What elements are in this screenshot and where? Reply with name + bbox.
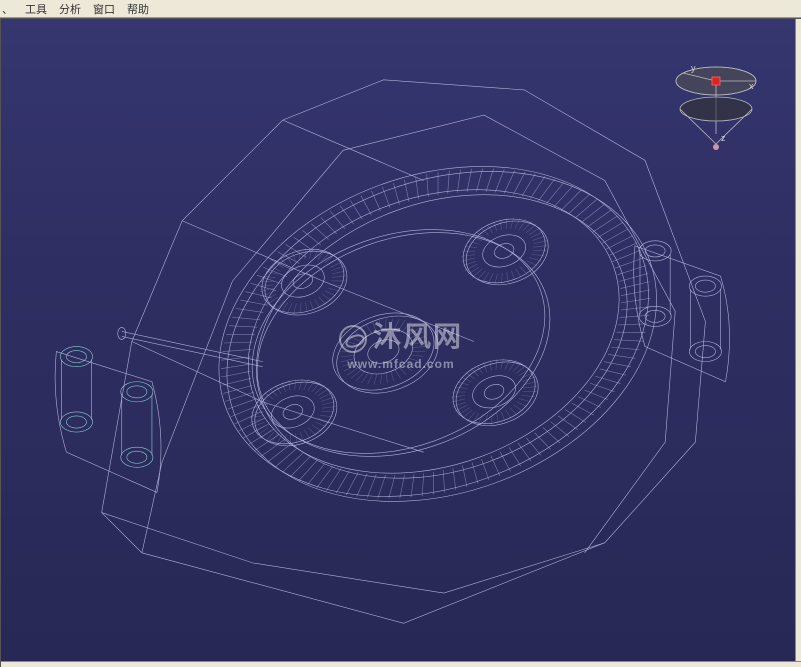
compass-x-label: x: [749, 81, 754, 91]
viewport-border-right: [795, 19, 801, 667]
menu-tools[interactable]: 工具: [25, 1, 47, 17]
menu-prefix: 、: [2, 1, 13, 17]
viewport-border-bottom: [1, 661, 801, 667]
compass-y-label: y: [691, 63, 696, 73]
menu-help[interactable]: 帮助: [127, 1, 149, 17]
compass-z-label: z: [721, 133, 726, 143]
view-compass[interactable]: y x z: [661, 49, 771, 159]
3d-viewport[interactable]: y x z 沐风网 www.mfcad.com: [0, 18, 801, 667]
menubar[interactable]: 、 工具 分析 窗口 帮助: [0, 0, 801, 18]
menu-window[interactable]: 窗口: [93, 1, 115, 17]
menu-analyze[interactable]: 分析: [59, 1, 81, 17]
